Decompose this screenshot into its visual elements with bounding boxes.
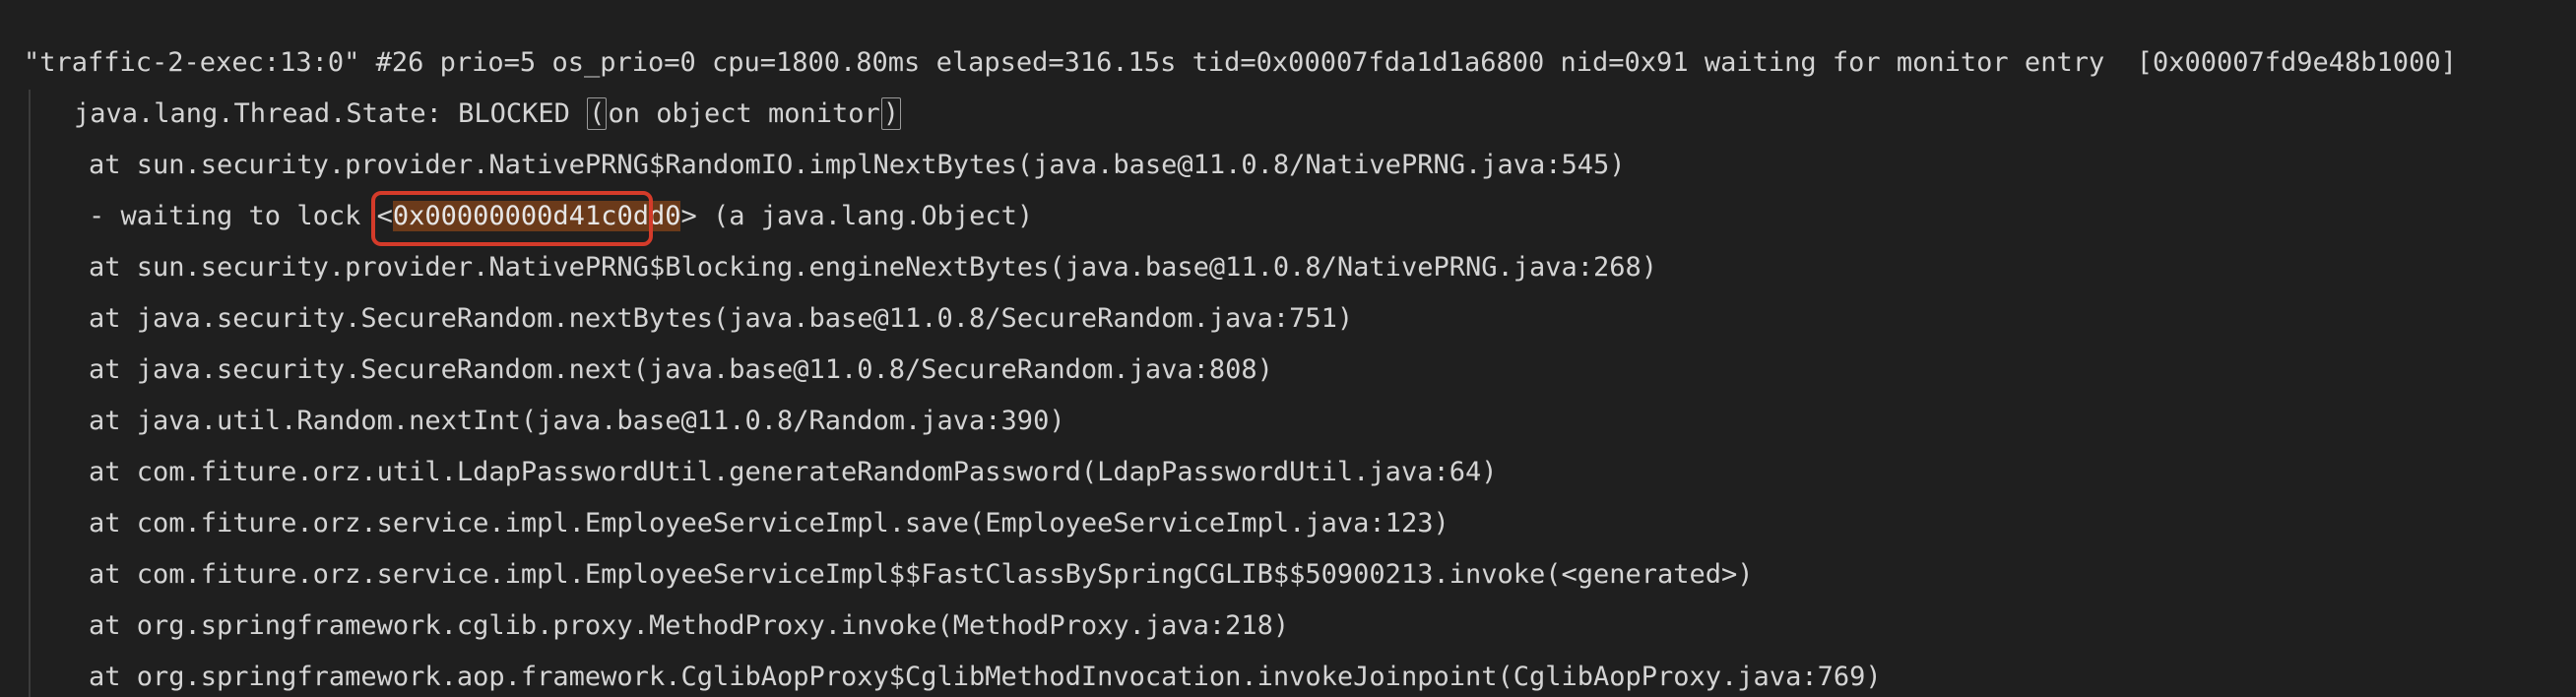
lock-bracket-open: < [376, 201, 393, 231]
stack-frame-line: at java.security.SecureRandom.next(java.… [89, 354, 1273, 385]
bracket-match-open: ( [587, 97, 608, 130]
lock-object-type: (a java.lang.Object) [696, 201, 1034, 231]
stack-frame-line: at java.security.SecureRandom.nextBytes(… [89, 303, 1354, 334]
stack-frame-line: at com.fiture.orz.util.LdapPasswordUtil.… [89, 457, 1498, 487]
stack-frame-line: at org.springframework.aop.framework.Cgl… [89, 662, 1882, 692]
stack-frame-line: at com.fiture.orz.service.impl.EmployeeS… [89, 559, 1754, 590]
stack-frame-line: at sun.security.provider.NativePRNG$Rand… [89, 150, 1626, 180]
bracket-match-close: ) [880, 97, 902, 130]
thread-name: "traffic-2-exec:13:0" [24, 47, 360, 78]
code-editor[interactable]: "traffic-2-exec:13:0" #26 prio=5 os_prio… [0, 0, 2576, 697]
stack-frame-line: at sun.security.provider.NativePRNG$Bloc… [89, 252, 1658, 283]
thread-state-text: java.lang.Thread.State: BLOCKED [74, 98, 587, 129]
thread-header-line: "traffic-2-exec:13:0" #26 prio=5 os_prio… [24, 37, 2457, 89]
thread-details: #26 prio=5 os_prio=0 cpu=1800.80ms elaps… [359, 47, 2457, 78]
stack-frame-line: at org.springframework.cglib.proxy.Metho… [89, 610, 1290, 641]
lock-address[interactable]: 0x00000000d41c0dd0 [392, 201, 681, 231]
stack-frame-line: at java.util.Random.nextInt(java.base@11… [89, 406, 1065, 436]
lock-bracket-close: > [680, 201, 697, 231]
waiting-lock-text: - waiting to lock [89, 201, 377, 231]
indent-guide [29, 90, 31, 697]
thread-state-reason: on object monitor [608, 98, 880, 129]
waiting-lock-line: - waiting to lock <0x00000000d41c0dd0> (… [89, 191, 1033, 242]
stack-frame-line: at com.fiture.orz.service.impl.EmployeeS… [89, 508, 1449, 539]
thread-state-line: java.lang.Thread.State: BLOCKED (on obje… [74, 89, 902, 140]
